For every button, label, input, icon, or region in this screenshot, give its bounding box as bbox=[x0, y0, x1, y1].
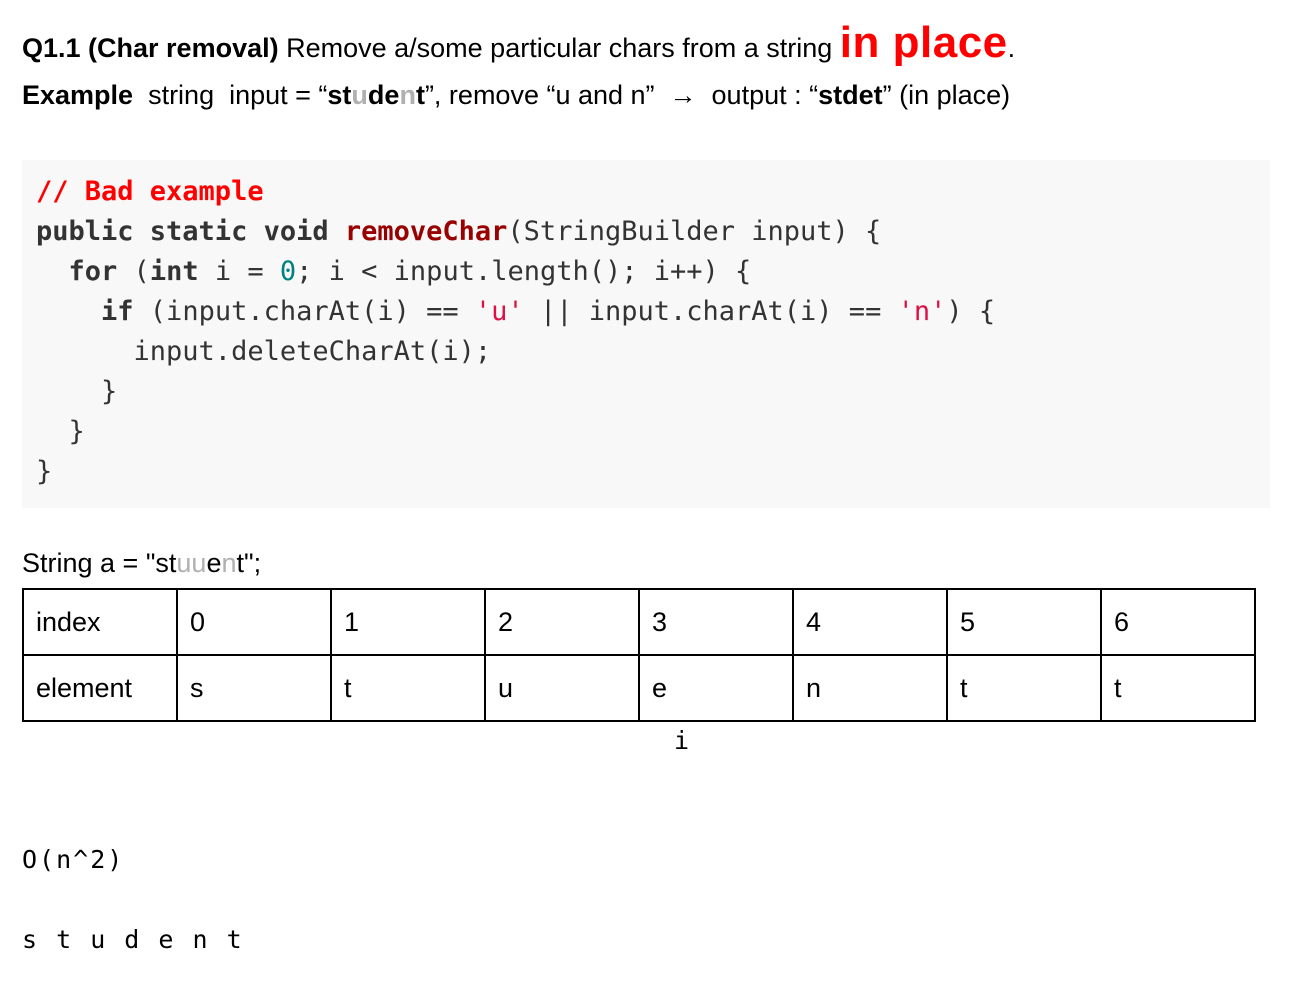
example-word-removed-char: u bbox=[351, 80, 368, 110]
string-a-suffix: t"; bbox=[236, 548, 262, 578]
table-cell: n bbox=[792, 654, 948, 722]
code-line-close-for: } bbox=[36, 416, 85, 447]
question-end: . bbox=[1007, 33, 1016, 63]
table-cell: 3 bbox=[638, 588, 794, 656]
example-word-part: de bbox=[367, 80, 400, 110]
table-cell: 1 bbox=[330, 588, 486, 656]
example-text-after: ” (in place) bbox=[882, 80, 1011, 110]
code-block: // Bad example public static void remove… bbox=[22, 160, 1270, 508]
question-label: Q1.1 (Char removal) bbox=[22, 33, 279, 63]
table-cell: 2 bbox=[484, 588, 640, 656]
code-line-close-method: } bbox=[36, 456, 53, 487]
in-place-emphasis: in place bbox=[839, 18, 1008, 67]
question-text: Remove a/some particular chars from a st… bbox=[278, 33, 840, 63]
example-text-middle: ”, remove “u and n” → output : “ bbox=[424, 80, 819, 110]
example-label: Example bbox=[22, 80, 134, 110]
table-row-element: element s t u e n t t bbox=[22, 654, 1256, 722]
array-table: index 0 1 2 3 4 5 6 element s t u e n t … bbox=[22, 588, 1256, 722]
table-cell: 6 bbox=[1100, 588, 1256, 656]
table-cell: 5 bbox=[946, 588, 1102, 656]
code-line-signature: public static void removeChar(StringBuil… bbox=[36, 216, 882, 247]
string-a-prefix: String a = "st bbox=[22, 548, 177, 578]
code-line-if: if (input.charAt(i) == 'u' || input.char… bbox=[101, 296, 996, 327]
string-a-mid: e bbox=[206, 548, 222, 578]
example-text-before: string input = “ bbox=[133, 80, 328, 110]
index-pointer: i bbox=[674, 726, 690, 755]
table-cell: e bbox=[638, 654, 794, 722]
example-output-word: stdet bbox=[818, 80, 883, 110]
table-cell: element bbox=[22, 654, 178, 722]
table-cell: t bbox=[330, 654, 486, 722]
table-cell: s bbox=[176, 654, 332, 722]
example-word-part: t bbox=[415, 80, 425, 110]
table-cell: u bbox=[484, 654, 640, 722]
example-line: Example string input = “student”, remove… bbox=[22, 80, 1010, 111]
letters-note: s t u d e n t bbox=[22, 925, 244, 954]
question-heading: Q1.1 (Char removal) Remove a/some partic… bbox=[22, 18, 1015, 68]
table-cell: t bbox=[946, 654, 1102, 722]
example-word-removed-char: n bbox=[399, 80, 416, 110]
code-line-delete: input.deleteCharAt(i); bbox=[36, 336, 492, 367]
string-a-line: String a = "stuuent"; bbox=[22, 548, 261, 579]
table-cell: index bbox=[22, 588, 178, 656]
example-word-part: st bbox=[327, 80, 352, 110]
table-cell: 4 bbox=[792, 588, 948, 656]
string-a-grey-chars: n bbox=[221, 548, 237, 578]
complexity-note: O(n^2) bbox=[22, 845, 125, 874]
table-cell: 0 bbox=[176, 588, 332, 656]
code-line-for: for (int i = 0; i < input.length(); i++)… bbox=[68, 256, 752, 287]
table-row-index: index 0 1 2 3 4 5 6 bbox=[22, 588, 1256, 656]
code-line-close-if: } bbox=[36, 376, 118, 407]
code-comment: // Bad example bbox=[36, 176, 264, 207]
table-cell: t bbox=[1100, 654, 1256, 722]
string-a-grey-chars: uu bbox=[176, 548, 207, 578]
